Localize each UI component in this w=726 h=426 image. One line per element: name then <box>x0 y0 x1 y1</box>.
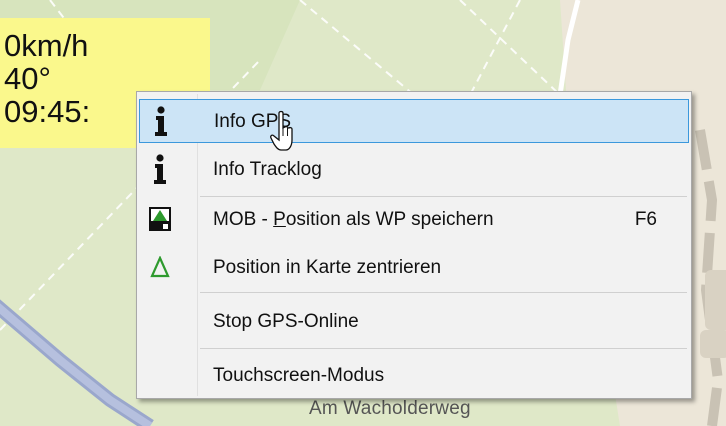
gps-time: 09:45: <box>4 94 91 129</box>
mob-flag-icon <box>143 200 177 238</box>
menu-shortcut: F6 <box>634 209 657 230</box>
menu-item-label: Position in Karte zentrieren <box>213 257 442 278</box>
triangle-icon <box>143 248 177 286</box>
menu-item-center-position[interactable]: Position in Karte zentrieren <box>139 246 689 290</box>
menu-separator <box>200 292 687 293</box>
gps-speed: 0km/h <box>4 28 89 63</box>
info-icon <box>143 150 177 188</box>
info-icon <box>144 102 178 140</box>
menu-item-label: Stop GPS-Online <box>213 311 359 332</box>
menu-item-label: Info Tracklog <box>213 159 322 180</box>
context-menu: Info GPS Info Tracklog MOB - Position al… <box>136 91 692 399</box>
gps-heading: 40° <box>4 61 51 96</box>
menu-item-label: MOB - Position als WP speichern <box>213 209 494 231</box>
menu-item-mob-save-position[interactable]: MOB - Position als WP speichern F6 <box>139 198 689 242</box>
mouse-cursor-icon <box>270 110 296 165</box>
label-suffix: osition als WP speichern <box>285 209 494 230</box>
label-prefix: MOB - <box>213 209 274 230</box>
menu-item-stop-gps-online[interactable]: Stop GPS-Online <box>139 300 689 344</box>
menu-separator <box>200 196 687 197</box>
mnemonic-letter: P <box>273 209 286 230</box>
menu-separator <box>200 348 687 349</box>
menu-item-info-tracklog[interactable]: Info Tracklog <box>139 148 689 192</box>
menu-item-label: Touchscreen-Modus <box>213 365 385 386</box>
street-label: Am Wacholderweg <box>309 398 471 419</box>
menu-item-touchscreen-mode[interactable]: Touchscreen-Modus <box>139 354 689 398</box>
menu-item-info-gps[interactable]: Info GPS <box>139 99 689 143</box>
